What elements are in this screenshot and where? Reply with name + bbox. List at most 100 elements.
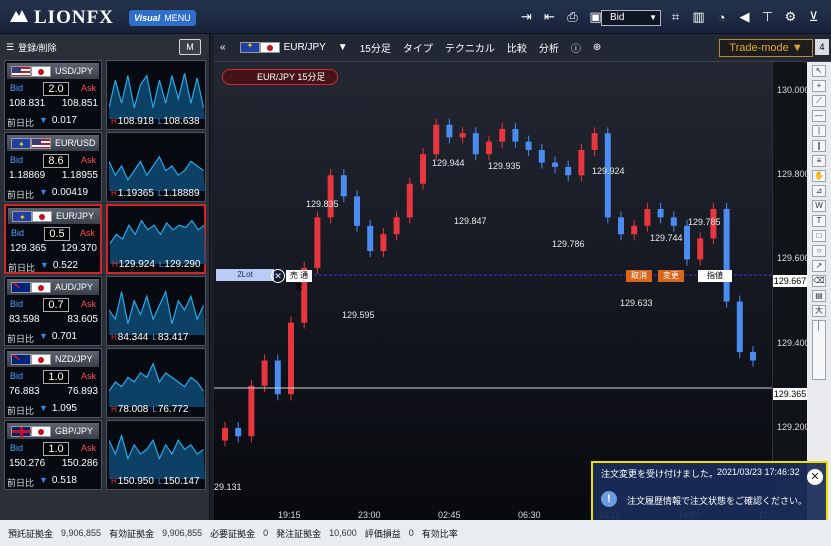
pair-row[interactable]: USD/JPY Bid Ask 2.0 108.831 108.851 前日比 … xyxy=(4,60,206,130)
pair-name[interactable]: EUR/JPY xyxy=(8,208,100,226)
chart-count-badge[interactable]: 4 xyxy=(815,39,829,55)
chart-plot[interactable]: EUR/JPY 15分足 2Lot ✕ 売 通常 取消 変更 指値 129.94… xyxy=(214,62,781,520)
pair-dropdown-icon[interactable]: ▼ xyxy=(332,42,354,53)
pair-card[interactable]: EUR/JPY Bid Ask 0.5 129.365 129.370 前日比 … xyxy=(4,204,102,274)
ellipse-icon[interactable]: ○ xyxy=(812,245,826,257)
pair-row[interactable]: EUR/JPY Bid Ask 0.5 129.365 129.370 前日比 … xyxy=(4,204,206,274)
close-notice-icon[interactable]: ✕ xyxy=(807,469,823,485)
pair-row[interactable]: NZD/JPY Bid Ask 1.0 76.883 76.893 前日比 1.… xyxy=(4,348,206,418)
export-icon[interactable]: ⇤ xyxy=(541,9,558,26)
cursor-icon[interactable]: ↖ xyxy=(812,65,826,77)
pair-card[interactable]: EUR/USD Bid Ask 8.6 1.18869 1.18955 前日比 … xyxy=(4,132,102,202)
rectangle-icon[interactable]: □ xyxy=(812,230,826,242)
type-button[interactable]: タイプ xyxy=(397,40,439,55)
change-order-button[interactable]: 変更 xyxy=(658,270,684,282)
pair-name[interactable]: EUR/USD xyxy=(7,135,99,153)
gann-icon[interactable]: ⊿ xyxy=(812,185,826,197)
base-flag-icon xyxy=(12,210,32,226)
pair-row[interactable]: GBP/JPY Bid Ask 1.0 150.276 150.286 前日比 … xyxy=(4,420,206,490)
zoom-slider[interactable]: │ xyxy=(812,320,826,380)
ask-price[interactable]: 1.18955 xyxy=(62,170,98,181)
order-lot-label[interactable]: 2Lot xyxy=(216,269,274,281)
mini-chart[interactable]: 108.918108.638 xyxy=(106,60,206,130)
text-icon[interactable]: T xyxy=(812,215,826,227)
spread-value: 2.0 xyxy=(43,82,69,96)
ask-price[interactable]: 129.370 xyxy=(61,243,97,254)
hline-icon[interactable]: — xyxy=(812,110,826,122)
close-order-icon[interactable]: ✕ xyxy=(271,269,285,283)
visual-menu-button[interactable]: Visual MENU xyxy=(129,10,196,26)
bid-ask-select[interactable]: Bid xyxy=(601,10,661,26)
cancel-order-button[interactable]: 取消 xyxy=(626,270,652,282)
pair-name[interactable]: USD/JPY xyxy=(7,63,99,79)
pair-name[interactable]: AUD/JPY xyxy=(7,279,99,295)
compare-button[interactable]: 比較 xyxy=(501,40,533,55)
rate-board-icon[interactable]: ⌗ xyxy=(667,9,684,26)
price-annotation: 129.744 xyxy=(650,233,683,243)
gear-icon[interactable]: ⚙ xyxy=(782,9,799,26)
timeframe-button[interactable]: 15分足 xyxy=(354,40,397,55)
chart-toolbar: « EUR/JPY ▼ 15分足 タイプ テクニカル 比較 分析 ⓘ ⊕ Tra… xyxy=(214,34,831,62)
pair-row[interactable]: EUR/USD Bid Ask 8.6 1.18869 1.18955 前日比 … xyxy=(4,132,206,202)
announce-icon[interactable]: ◀ xyxy=(736,9,753,26)
wave-icon[interactable]: W xyxy=(812,200,826,212)
bid-price[interactable]: 76.883 xyxy=(9,386,40,397)
high-low: 1.193651.18889 xyxy=(111,188,200,199)
mini-chart[interactable]: 150.950150.147 xyxy=(106,420,206,490)
channel-icon[interactable]: ∥ xyxy=(812,140,826,152)
chart-icon[interactable]: ▥ xyxy=(690,9,707,26)
ask-price[interactable]: 108.851 xyxy=(62,98,98,109)
pie-chart-icon[interactable]: ◔ xyxy=(713,9,730,26)
technical-button[interactable]: テクニカル xyxy=(439,40,501,55)
analysis-button[interactable]: 分析 xyxy=(533,40,565,55)
register-delete-label[interactable]: 登録/削除 xyxy=(18,41,57,54)
bid-price[interactable]: 129.365 xyxy=(10,243,46,254)
ask-price[interactable]: 150.286 xyxy=(62,458,98,469)
target-icon[interactable]: ⊕ xyxy=(587,42,607,53)
vline-icon[interactable]: | xyxy=(812,125,826,137)
trade-mode-select[interactable]: Trade-mode ▼ xyxy=(719,39,813,57)
crosshair-icon[interactable]: + xyxy=(812,80,826,92)
mini-chart[interactable]: 78.00876.772 xyxy=(106,348,206,418)
pair-name[interactable]: GBP/JPY xyxy=(7,423,99,439)
mini-chart[interactable]: 84.34483.417 xyxy=(106,276,206,346)
pair-select[interactable]: EUR/JPY xyxy=(278,42,332,53)
arrow-icon[interactable]: ↗ xyxy=(812,260,826,272)
pair-row[interactable]: AUD/JPY Bid Ask 0.7 83.598 83.605 前日比 0.… xyxy=(4,276,206,346)
trendline-icon[interactable]: ⟋ xyxy=(812,95,826,107)
collapse-icon[interactable]: « xyxy=(214,42,232,53)
hand-icon[interactable]: ✋ xyxy=(812,170,826,182)
bid-price[interactable]: 108.831 xyxy=(9,98,45,109)
m-button[interactable]: M xyxy=(179,39,201,55)
pair-card[interactable]: GBP/JPY Bid Ask 1.0 150.276 150.286 前日比 … xyxy=(4,420,102,490)
candle xyxy=(222,427,228,441)
bid-price[interactable]: 1.18869 xyxy=(9,170,45,181)
list-icon[interactable]: ☰ xyxy=(6,42,14,53)
quote-flag-icon xyxy=(31,426,51,437)
zoom-large-icon[interactable]: 大 xyxy=(812,305,826,317)
mini-chart-line xyxy=(110,219,206,264)
candle xyxy=(499,128,506,142)
bid-price[interactable]: 150.276 xyxy=(9,458,45,469)
y-tick-label: 129.400 xyxy=(777,337,810,348)
pair-card[interactable]: USD/JPY Bid Ask 2.0 108.831 108.851 前日比 … xyxy=(4,60,102,130)
cart-icon[interactable]: ⊻ xyxy=(805,9,822,26)
pair-card[interactable]: AUD/JPY Bid Ask 0.7 83.598 83.605 前日比 0.… xyxy=(4,276,102,346)
mini-chart[interactable]: 1.193651.18889 xyxy=(106,132,206,202)
import-icon[interactable]: ⇥ xyxy=(518,9,535,26)
bid-label: Bid xyxy=(10,155,24,165)
price-annotation: 129.944 xyxy=(432,158,465,168)
bookmark-icon[interactable]: ⊤ xyxy=(759,9,776,26)
fibonacci-icon[interactable]: ≡ xyxy=(812,155,826,167)
pair-name[interactable]: NZD/JPY xyxy=(7,351,99,367)
ask-price[interactable]: 83.605 xyxy=(67,314,98,325)
ask-price[interactable]: 76.893 xyxy=(67,386,98,397)
mini-chart[interactable]: 129.924129.290 xyxy=(106,204,206,274)
pair-card[interactable]: NZD/JPY Bid Ask 1.0 76.883 76.893 前日比 1.… xyxy=(4,348,102,418)
bid-price[interactable]: 83.598 xyxy=(9,314,40,325)
color-icon[interactable]: ▤ xyxy=(812,290,826,302)
info-icon[interactable]: ⓘ xyxy=(565,40,587,55)
eraser-icon[interactable]: ⌫ xyxy=(812,275,826,287)
mini-chart-line xyxy=(109,361,205,407)
print-icon[interactable]: ⎙ xyxy=(564,9,581,26)
